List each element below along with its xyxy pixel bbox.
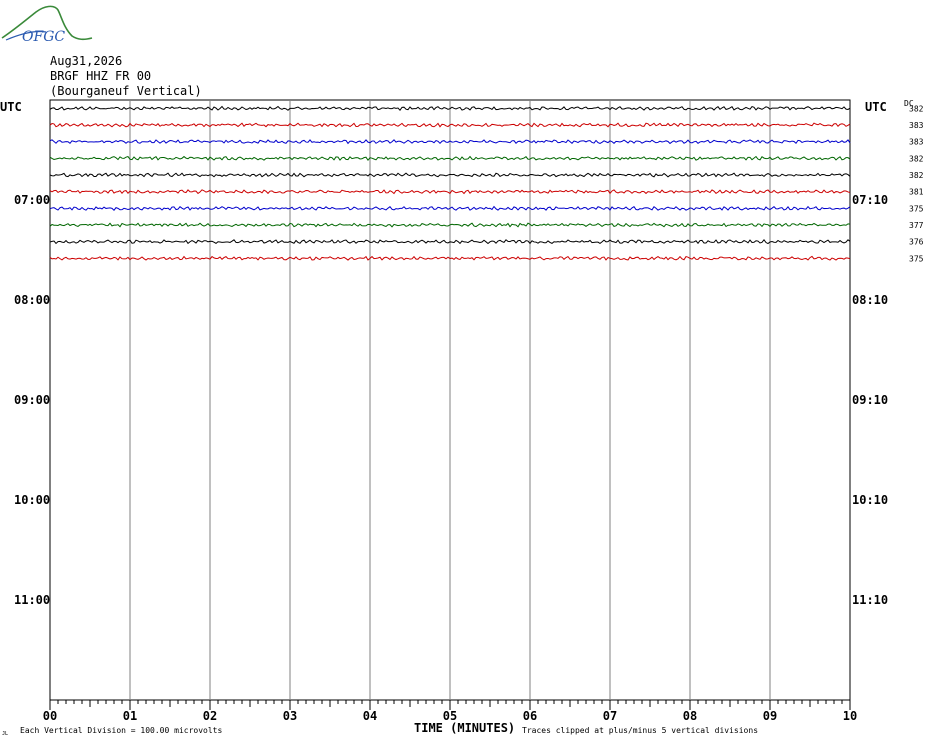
dc-value: 383 bbox=[909, 138, 924, 147]
right-utc-label: UTC bbox=[865, 100, 887, 114]
dc-label: DC bbox=[904, 99, 914, 108]
minute-tick-label: 07 bbox=[603, 709, 617, 723]
minute-tick-label: 02 bbox=[203, 709, 217, 723]
right-hour-label: 09:10 bbox=[852, 393, 888, 407]
dc-value: 381 bbox=[909, 188, 924, 197]
x-axis-title: TIME (MINUTES) bbox=[414, 721, 515, 735]
minute-tick-label: 06 bbox=[523, 709, 537, 723]
minute-tick-label: 03 bbox=[283, 709, 297, 723]
ofgc-logo: OFGC bbox=[1, 5, 93, 45]
right-hour-label: 10:10 bbox=[852, 493, 888, 507]
dc-value: 383 bbox=[909, 121, 924, 130]
minute-tick-label: 01 bbox=[123, 709, 137, 723]
dc-value: 382 bbox=[909, 154, 924, 163]
left-hour-label: 11:00 bbox=[14, 593, 50, 607]
dc-value: 376 bbox=[909, 238, 924, 247]
hour-labels: 07:00 08:00 09:00 10:00 11:00 07:10 08:10 09:10… bbox=[14, 193, 888, 607]
right-hour-label: 08:10 bbox=[852, 293, 888, 307]
minute-tick-label: 04 bbox=[363, 709, 377, 723]
right-hour-label: 11:10 bbox=[852, 593, 888, 607]
minute-grid bbox=[129, 100, 771, 700]
dc-value: 375 bbox=[909, 254, 924, 263]
dc-value: 377 bbox=[909, 221, 924, 230]
minute-tick-label: 00 bbox=[43, 709, 57, 723]
minute-tick-label: 10 bbox=[843, 709, 857, 723]
minute-tick-label: 08 bbox=[683, 709, 697, 723]
left-hour-label: 08:00 bbox=[14, 293, 50, 307]
left-hour-label: 07:00 bbox=[14, 193, 50, 207]
corner-mark: JL bbox=[2, 731, 8, 737]
clip-note: Traces clipped at plus/minus 5 vertical … bbox=[522, 726, 758, 735]
location-label: (Bourganeuf Vertical) bbox=[50, 84, 202, 98]
helicorder-chart: OFGC 382383383382382381375377376375 07:0… bbox=[0, 5, 924, 737]
left-hour-label: 10:00 bbox=[14, 493, 50, 507]
station-label: BRGF HHZ FR 00 bbox=[50, 69, 152, 83]
minute-tick-label: 09 bbox=[763, 709, 777, 723]
dc-value: 375 bbox=[909, 204, 924, 213]
logo-text: OFGC bbox=[22, 29, 65, 45]
left-hour-label: 09:00 bbox=[14, 393, 50, 407]
dc-value: 382 bbox=[909, 171, 924, 180]
dc-values: 382383383382382381375377376375 bbox=[909, 104, 924, 263]
scale-note: Each Vertical Division = 100.00 microvol… bbox=[20, 726, 222, 735]
date-label: Aug31,2026 bbox=[50, 54, 123, 68]
right-hour-label: 07:10 bbox=[852, 193, 888, 207]
left-utc-label: UTC bbox=[0, 100, 22, 114]
